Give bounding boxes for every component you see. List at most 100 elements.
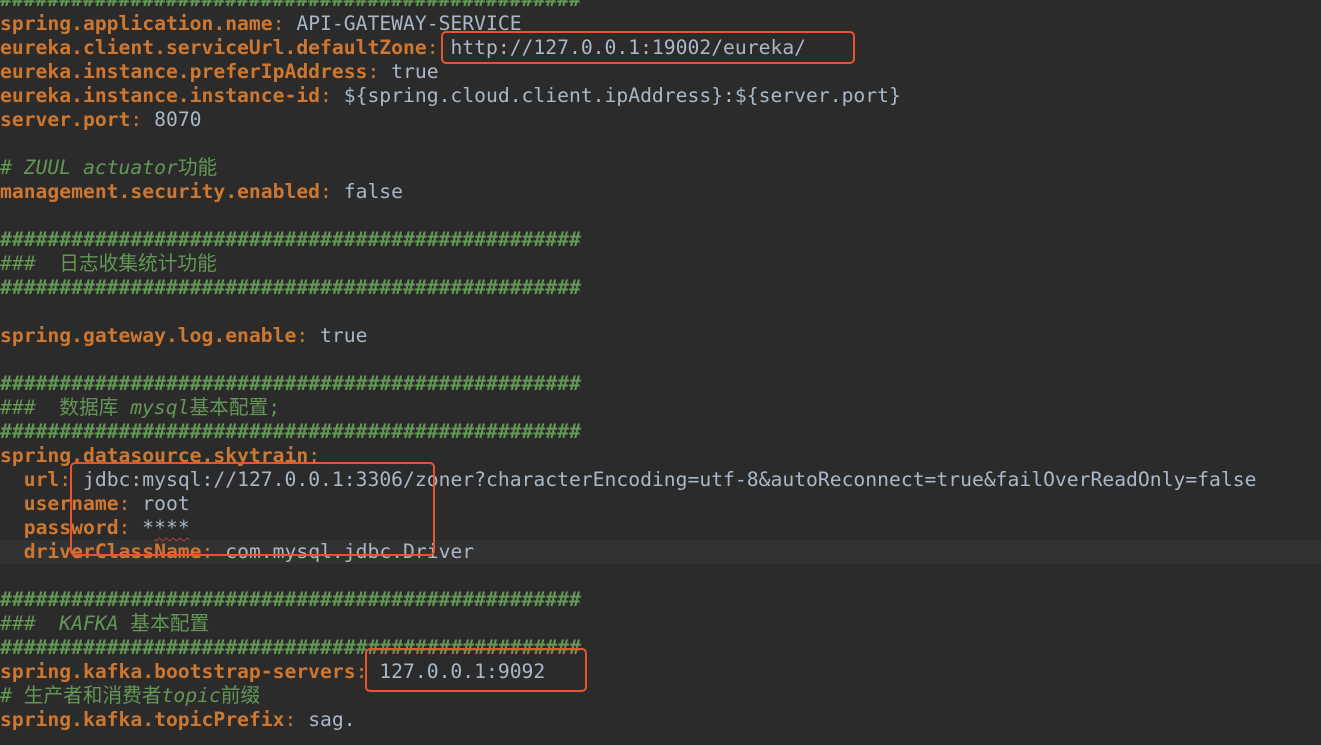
comment-marker: ###: [0, 612, 60, 635]
code-line[interactable]: spring.gateway.log.enable: true: [0, 324, 1321, 348]
property-separator: :: [272, 12, 297, 35]
comment-text: 功能: [177, 156, 218, 179]
property-value: true: [391, 60, 439, 83]
code-line[interactable]: url: jdbc:mysql://127.0.0.1:3306/zoner?c…: [0, 468, 1321, 492]
property-key: url: [23, 468, 60, 491]
code-line[interactable]: server.port: 8070: [0, 108, 1321, 132]
comment-text: 基本配置;: [189, 396, 281, 419]
property-key: eureka.instance.instance-id: [0, 84, 321, 107]
property-value: 8070: [154, 108, 202, 131]
property-key: management.security.enabled: [0, 180, 321, 203]
code-line[interactable]: [0, 132, 1321, 156]
code-line[interactable]: spring.datasource.skytrain:: [0, 444, 1321, 468]
code-line[interactable]: ########################################…: [0, 228, 1321, 252]
code-line[interactable]: password: ****: [0, 516, 1321, 540]
comment-marker: ###: [0, 252, 60, 275]
code-line[interactable]: username: root: [0, 492, 1321, 516]
comment-marker: ###: [0, 396, 60, 419]
comment-text: 日志收集统计功能: [59, 252, 217, 275]
property-value: API-GATEWAY-SERVICE: [296, 12, 522, 35]
code-editor[interactable]: ########################################…: [0, 0, 1321, 745]
code-line[interactable]: eureka.instance.preferIpAddress: true: [0, 60, 1321, 84]
property-separator: :: [367, 60, 392, 83]
code-line[interactable]: spring.kafka.bootstrap-servers: 127.0.0.…: [0, 660, 1321, 684]
code-line[interactable]: eureka.client.serviceUrl.defaultZone: ht…: [0, 36, 1321, 60]
comment-text: 前缀: [220, 684, 261, 707]
code-line[interactable]: ########################################…: [0, 420, 1321, 444]
code-line[interactable]: spring.application.name: API-GATEWAY-SER…: [0, 12, 1321, 36]
code-line[interactable]: ### 日志收集统计功能: [0, 252, 1321, 276]
code-line[interactable]: ########################################…: [0, 0, 1321, 12]
property-key: spring.kafka.topicPrefix: [0, 708, 285, 731]
property-separator: :: [118, 492, 143, 515]
property-key: spring.datasource.skytrain: [0, 444, 309, 467]
property-value: false: [343, 180, 404, 203]
comment-text: 数据库: [59, 396, 131, 419]
property-key: eureka.instance.preferIpAddress: [0, 60, 368, 83]
comment-text: 基本配置: [118, 612, 210, 635]
property-separator: :: [284, 708, 309, 731]
property-value: 127.0.0.1:9092: [379, 660, 546, 683]
code-line[interactable]: [0, 564, 1321, 588]
property-value-typo: ***: [154, 516, 190, 539]
property-separator: :: [308, 444, 321, 467]
property-key: spring.application.name: [0, 12, 273, 35]
code-line[interactable]: driverClassName: com.mysql.jdbc.Driver: [0, 540, 1321, 564]
comment-hash-divider: ########################################…: [0, 276, 581, 299]
code-line[interactable]: # ZUUL actuator功能: [0, 156, 1321, 180]
property-key: password: [23, 516, 119, 539]
comment-hash-divider: ########################################…: [0, 588, 581, 611]
code-line[interactable]: ########################################…: [0, 276, 1321, 300]
comment-marker: #: [0, 156, 24, 179]
comment-hash-divider: ########################################…: [0, 0, 581, 11]
code-line[interactable]: # 生产者和消费者topic前缀: [0, 684, 1321, 708]
property-separator: :: [201, 540, 226, 563]
code-line[interactable]: spring.kafka.topicPrefix: sag.: [0, 708, 1321, 732]
code-line[interactable]: [0, 300, 1321, 324]
comment-hash-divider: ########################################…: [0, 636, 581, 659]
code-line[interactable]: ########################################…: [0, 588, 1321, 612]
property-separator: :: [118, 516, 143, 539]
code-line[interactable]: eureka.instance.instance-id: ${spring.cl…: [0, 84, 1321, 108]
property-separator: :: [320, 180, 344, 203]
property-value: *: [142, 516, 155, 539]
property-key: driverClassName: [23, 540, 202, 563]
code-line[interactable]: [0, 348, 1321, 372]
code-line[interactable]: [0, 204, 1321, 228]
property-value: root: [142, 492, 190, 515]
property-value: sag.: [308, 708, 356, 731]
comment-marker: #: [0, 684, 24, 707]
code-line[interactable]: ########################################…: [0, 372, 1321, 396]
code-line[interactable]: ########################################…: [0, 636, 1321, 660]
property-separator: :: [59, 468, 83, 491]
property-separator: :: [426, 36, 451, 59]
property-separator: :: [355, 660, 380, 683]
comment-hash-divider: ########################################…: [0, 372, 581, 395]
comment-hash-divider: ########################################…: [0, 228, 581, 251]
code-line[interactable]: ### KAFKA 基本配置: [0, 612, 1321, 636]
property-separator: :: [130, 108, 155, 131]
property-value: jdbc:mysql://127.0.0.1:3306/zoner?charac…: [83, 468, 1257, 491]
comment-text: ZUUL actuator: [23, 156, 178, 179]
property-value: com.mysql.jdbc.Driver: [225, 540, 475, 563]
comment-text: mysql: [130, 396, 190, 419]
code-line[interactable]: [0, 732, 1321, 745]
property-value: http://127.0.0.1:19002/eureka/: [450, 36, 807, 59]
property-key: username: [23, 492, 119, 515]
comment-text: topic: [161, 684, 221, 707]
code-line[interactable]: ### 数据库 mysql基本配置;: [0, 396, 1321, 420]
comment-text: 生产者和消费者: [23, 684, 162, 707]
code-lines: ########################################…: [0, 0, 1321, 745]
property-value: true: [320, 324, 368, 347]
property-value: ${spring.cloud.client.ipAddress}:${serve…: [343, 84, 901, 107]
property-key: spring.kafka.bootstrap-servers: [0, 660, 356, 683]
property-key: server.port: [0, 108, 131, 131]
code-line[interactable]: management.security.enabled: false: [0, 180, 1321, 204]
property-separator: :: [320, 84, 344, 107]
property-key: eureka.client.serviceUrl.defaultZone: [0, 36, 427, 59]
property-key: spring.gateway.log.enable: [0, 324, 297, 347]
comment-hash-divider: ########################################…: [0, 420, 581, 443]
